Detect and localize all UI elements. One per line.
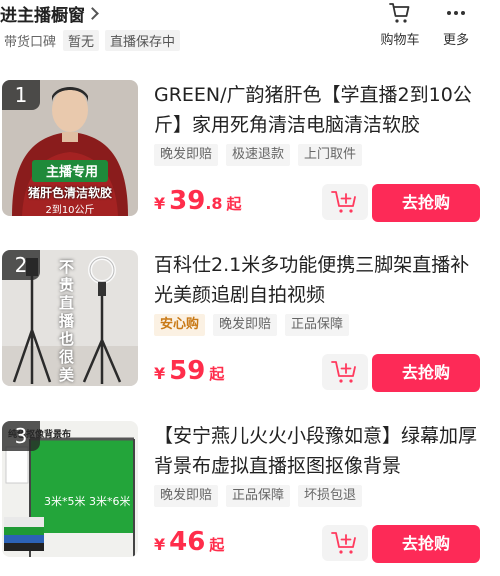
product-image-sub: 2到10公斤 [45,205,95,216]
service-tag: 正品保障 [226,485,291,507]
chevron-right-icon [86,7,99,20]
service-tag: 正品保障 [285,314,350,336]
service-tag: 极速退款 [226,144,291,166]
product-card[interactable]: 主播专用 猪肝色清洁软胶 2到10公斤 1 GREEN/广韵猪肝色【学直播2到1… [0,80,500,250]
service-tag: 晚发即赔 [154,485,219,507]
rank-badge: 1 [2,80,40,110]
service-tag: 坏损包退 [298,485,363,507]
price-suffix: 起 [226,195,242,213]
price-integer: 39 [169,186,206,216]
cart-icon [389,3,410,23]
add-cart-icon [331,532,356,554]
price-currency: ¥ [154,535,166,554]
price-decimal: .8 [205,194,223,213]
product-card[interactable]: 不贵直播也很美 2 百科仕2.1米多功能便携三脚架直播补光美颜追剧自拍视频 安心… [0,250,500,420]
add-to-cart-button[interactable] [322,184,368,220]
reputation-label: 带货口碑 [4,34,57,50]
more-dots-icon [447,11,465,15]
product-image-size: 3米*5米 3米*6米 [44,495,131,508]
buy-now-button[interactable]: 去抢购 [372,525,480,563]
anxin-tag: 安心购 [154,314,206,336]
store-window-link[interactable]: 进主播橱窗 [0,2,99,26]
add-cart-icon [331,191,356,213]
store-header: 进主播橱窗 带货口碑 暂无 直播保存中 购物车 更多 [0,0,500,64]
price-integer: 46 [169,527,206,557]
price-currency: ¥ [154,364,166,383]
reputation-value: 暂无 [63,29,100,51]
product-image-vertical-text: 不贵直播也很美 [59,258,75,384]
price-suffix: 起 [209,536,225,554]
product-card[interactable]: 纯色抠像背景布 3米*5米 3米*6米 3 【安宁燕儿火火小段豫如意】绿幕加厚背… [0,421,500,576]
buy-now-button[interactable]: 去抢购 [372,354,480,392]
service-tag: 上门取件 [298,144,363,166]
service-tag: 晚发即赔 [213,314,278,336]
price-currency: ¥ [154,194,166,213]
live-save-badge[interactable]: 直播保存中 [105,29,181,51]
price-integer: 59 [169,356,206,386]
add-to-cart-button[interactable] [322,525,368,561]
service-tags: 安心购 晚发即赔 正品保障 [154,314,357,336]
store-title: 进主播橱窗 [0,5,85,26]
product-title[interactable]: 百科仕2.1米多功能便携三脚架直播补光美颜追剧自拍视频 [154,250,484,310]
rank-badge: 3 [2,421,40,451]
cart-button[interactable]: 购物车 [374,0,426,50]
add-cart-icon [331,361,356,383]
cart-label: 购物车 [380,33,420,48]
add-to-cart-button[interactable] [322,354,368,390]
service-tags: 晚发即赔 极速退款 上门取件 [154,144,370,166]
price: ¥ 39 .8 起 [154,186,242,222]
more-button[interactable]: 更多 [430,0,482,50]
more-label: 更多 [442,33,469,48]
price: ¥ 46 起 [154,527,224,563]
product-image-caption: 猪肝色清洁软胶 [27,186,112,200]
reputation-row: 带货口碑 暂无 直播保存中 [0,29,181,51]
price: ¥ 59 起 [154,356,224,392]
buy-now-button[interactable]: 去抢购 [372,184,480,222]
product-title[interactable]: GREEN/广韵猪肝色【学直播2到10公斤】家用死角清洁电脑清洁软胶 [154,80,484,140]
product-title[interactable]: 【安宁燕儿火火小段豫如意】绿幕加厚背景布虚拟直播抠图抠像背景 [154,421,484,481]
product-image-banner: 主播专用 [45,165,98,180]
rank-badge: 2 [2,250,40,280]
price-suffix: 起 [209,365,225,383]
service-tag: 晚发即赔 [154,144,219,166]
service-tags: 晚发即赔 正品保障 坏损包退 [154,485,370,507]
